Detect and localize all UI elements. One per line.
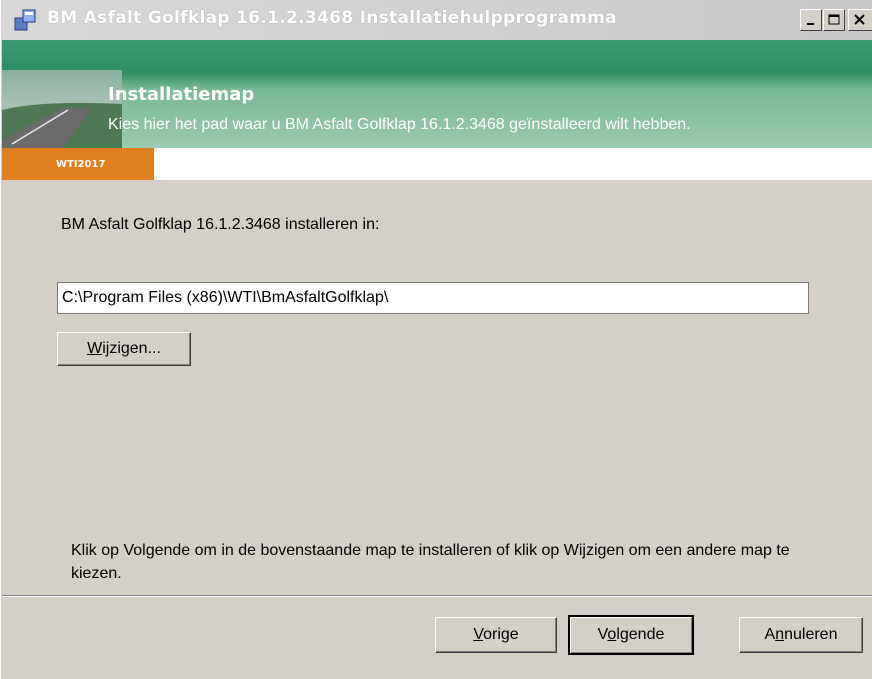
next-button-label: Volgende xyxy=(597,626,665,643)
change-button[interactable]: Wijzigen... xyxy=(57,332,191,366)
installer-icon xyxy=(14,9,36,31)
title-bar[interactable]: BM Asfalt Golfklap 16.1.2.3468 Installat… xyxy=(1,0,872,40)
minimize-button[interactable] xyxy=(800,9,822,31)
back-button-label: Vorige xyxy=(473,626,519,643)
banner-heading: Installatiemap xyxy=(108,84,255,105)
header-banner: Installatiemap Kies hier het pad waar u … xyxy=(2,40,872,148)
window-title: BM Asfalt Golfklap 16.1.2.3468 Installat… xyxy=(47,8,617,28)
cancel-button-label: Annuleren xyxy=(764,626,838,643)
close-button[interactable] xyxy=(848,9,872,31)
brand-strip: WTI2017 xyxy=(2,148,872,180)
install-location-label: BM Asfalt Golfklap 16.1.2.3468 installer… xyxy=(61,216,380,233)
instruction-text: Klik op Volgende om in de bovenstaande m… xyxy=(71,542,790,582)
maximize-button[interactable] xyxy=(823,9,845,31)
road-image xyxy=(2,70,122,148)
minimize-icon xyxy=(807,23,814,25)
back-button[interactable]: Vorige xyxy=(435,617,557,653)
change-button-label: Wijzigen... xyxy=(87,340,161,357)
footer-separator xyxy=(2,595,872,597)
next-button[interactable]: Volgende xyxy=(568,615,694,655)
brand-tag-label: WTI2017 xyxy=(56,159,106,170)
maximize-icon xyxy=(828,14,840,25)
banner-subheading: Kies hier het pad waar u BM Asfalt Golfk… xyxy=(108,116,691,133)
install-path-field[interactable]: C:\Program Files (x86)\WTI\BmAsfaltGolfk… xyxy=(57,282,809,314)
cancel-button[interactable]: Annuleren xyxy=(739,617,863,653)
brand-tag: WTI2017 xyxy=(2,148,154,180)
installer-window: BM Asfalt Golfklap 16.1.2.3468 Installat… xyxy=(0,0,872,679)
close-icon xyxy=(854,14,865,25)
